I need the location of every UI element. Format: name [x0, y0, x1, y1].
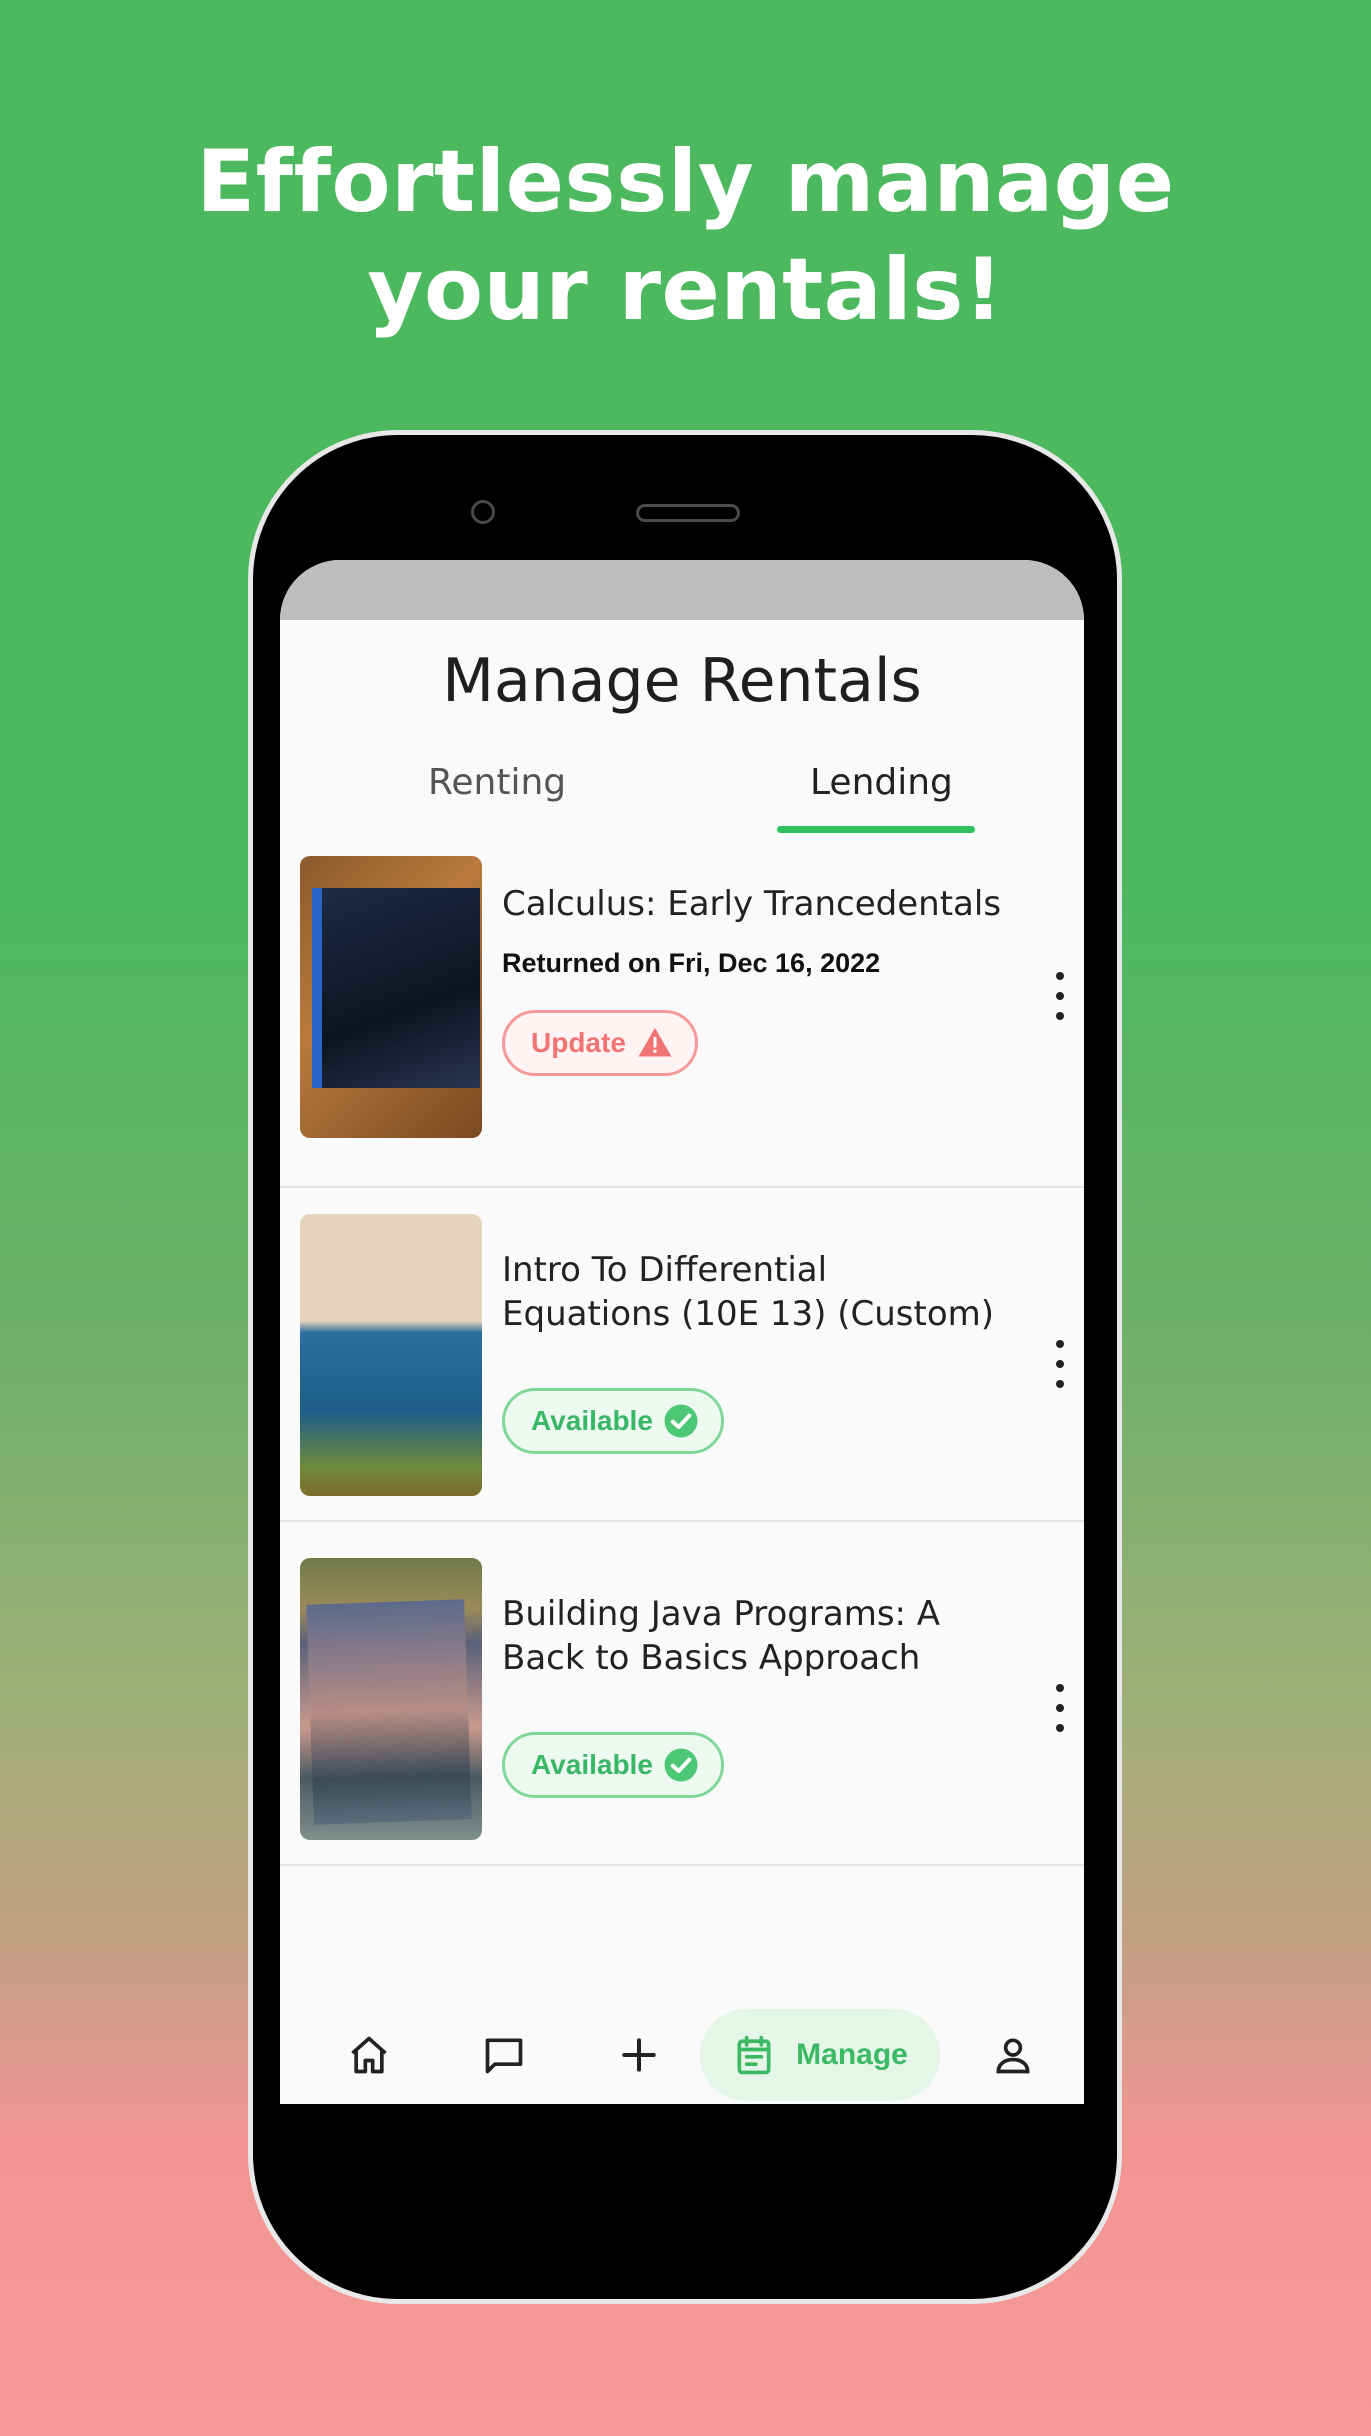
available-status-button[interactable]: Available — [502, 1388, 724, 1454]
nav-manage-button[interactable]: Manage — [700, 2009, 940, 2101]
active-tab-indicator — [777, 826, 975, 833]
profile-icon — [996, 2038, 1030, 2074]
more-options-icon[interactable] — [1048, 1340, 1072, 1388]
home-icon — [351, 2036, 387, 2074]
rental-list: Calculus: Early Trancedentals Returned o… — [280, 844, 1084, 1866]
book-cover-image — [300, 1214, 482, 1496]
rental-title: Calculus: Early Trancedentals — [502, 884, 1002, 924]
book-cover-art — [306, 1599, 472, 1825]
camera-icon — [471, 500, 495, 524]
nav-chat-button[interactable] — [459, 2009, 549, 2101]
app-screen: Manage Rentals Renting Lending Calculus:… — [280, 560, 1084, 2104]
rental-title: Intro To Differential Equations (10E 13)… — [502, 1250, 995, 1334]
rental-item[interactable]: Building Java Programs: A Back to Basics… — [280, 1522, 1084, 1866]
page-title: Manage Rentals — [442, 646, 922, 716]
headline-line-2: your rentals! — [367, 240, 1004, 340]
nav-home-button[interactable] — [324, 2009, 414, 2101]
rental-item[interactable]: Calculus: Early Trancedentals Returned o… — [280, 844, 1084, 1188]
more-options-icon[interactable] — [1048, 1684, 1072, 1732]
rental-title: Building Java Programs: A Back to Basics… — [502, 1594, 941, 1678]
chat-icon — [485, 2038, 523, 2074]
warning-icon — [638, 1028, 672, 1057]
nav-add-button[interactable] — [594, 2009, 684, 2101]
book-cover-art — [312, 888, 480, 1088]
add-icon — [622, 2038, 656, 2072]
status-label: Available — [531, 1405, 653, 1436]
status-label: Available — [531, 1749, 653, 1780]
rental-return-date: Returned on Fri, Dec 16, 2022 — [502, 948, 881, 978]
more-options-icon[interactable] — [1048, 972, 1072, 1020]
status-label: Update — [531, 1027, 626, 1058]
book-cover-image — [300, 856, 482, 1138]
speaker-grille — [636, 504, 740, 522]
tab-lending[interactable]: Lending — [810, 762, 953, 803]
update-status-button[interactable]: Update — [502, 1010, 698, 1076]
tab-bar: Renting Lending — [280, 728, 1084, 844]
nav-manage-label: Manage — [796, 2038, 908, 2071]
available-status-button[interactable]: Available — [502, 1732, 724, 1798]
nav-profile-button[interactable] — [968, 2009, 1058, 2101]
bottom-navigation: Manage — [280, 1991, 1084, 2104]
promo-headline: Effortlessly manage your rentals! — [0, 128, 1371, 344]
calendar-icon — [737, 2035, 771, 2075]
tab-renting[interactable]: Renting — [428, 762, 566, 803]
rental-item[interactable]: Intro To Differential Equations (10E 13)… — [280, 1178, 1084, 1522]
check-circle-icon — [664, 1404, 698, 1438]
book-cover-image — [300, 1558, 482, 1840]
check-circle-icon — [664, 1748, 698, 1782]
headline-line-1: Effortlessly manage — [196, 132, 1175, 232]
status-bar — [280, 560, 1084, 620]
